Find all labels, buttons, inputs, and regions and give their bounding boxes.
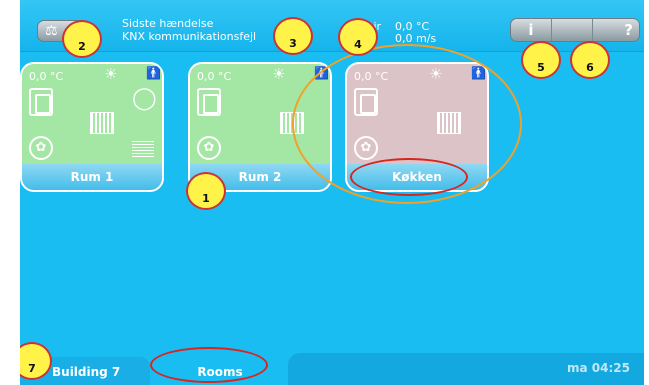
sun-icon: ☀ — [104, 65, 118, 83]
clock: ma 04:25 — [567, 361, 630, 375]
person-icon: 🚹 — [146, 66, 161, 80]
info-button[interactable]: i — [511, 19, 552, 41]
highlight-ring-rooms — [150, 347, 268, 383]
highlight-ring-kokken — [350, 158, 468, 196]
floor-heating-icon[interactable] — [132, 139, 154, 157]
app-screen: ⚖ Sidste hændelse KNX kommunikationsfejl… — [20, 0, 644, 385]
wrench-icon: ⚖ — [45, 23, 58, 39]
switch-icon[interactable] — [197, 88, 221, 116]
middle-button[interactable] — [552, 19, 593, 41]
lightbulb-icon[interactable]: ◯ — [132, 86, 157, 111]
room-temperature: 0,0 °C — [29, 70, 64, 83]
radiator-icon[interactable] — [90, 112, 114, 134]
annotation-marker: 5 — [521, 41, 561, 79]
fan-icon[interactable]: ✿ — [29, 136, 53, 160]
room-tile-rum-1[interactable]: 0,0 °C ☀ 🚹 ◯ ✿ Rum 1 — [20, 62, 164, 192]
annotation-marker: 6 — [570, 41, 610, 79]
top-button-group: i ? — [510, 18, 640, 42]
annotation-marker: 1 — [186, 172, 226, 210]
room-temperature: 0,0 °C — [197, 70, 232, 83]
last-event-text[interactable]: KNX kommunikationsfejl — [122, 30, 256, 43]
status-bar: ma 04:25 — [288, 353, 644, 385]
weather-wind: 0,0 m/s — [395, 32, 437, 45]
room-name[interactable]: Rum 1 — [22, 164, 162, 190]
switch-icon[interactable] — [29, 88, 53, 116]
fan-icon[interactable]: ✿ — [197, 136, 221, 160]
sun-icon: ☀ — [272, 65, 286, 83]
annotation-marker: 2 — [62, 20, 102, 58]
help-button[interactable]: ? — [593, 19, 639, 41]
annotation-marker: 4 — [338, 18, 378, 56]
last-event-title: Sidste hændelse — [122, 17, 214, 30]
annotation-marker: 3 — [273, 17, 313, 55]
